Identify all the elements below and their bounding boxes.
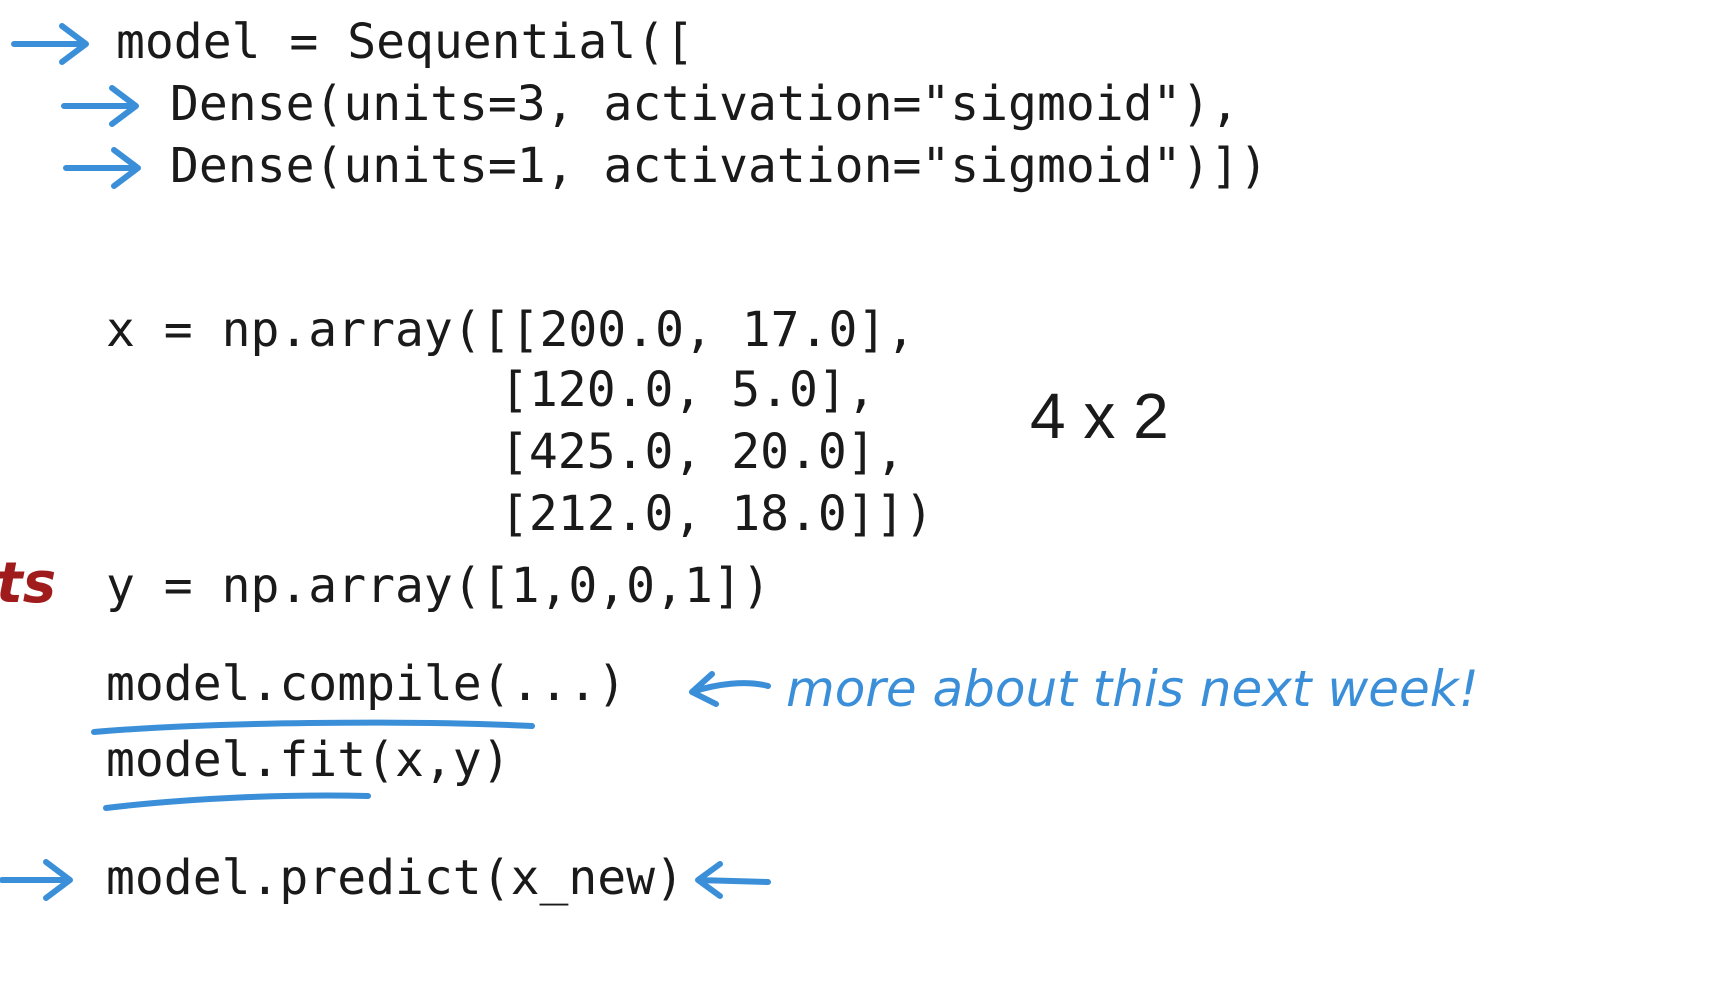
- model-predict-line: model.predict(x_new): [106, 850, 684, 906]
- arrow-right-icon: [61, 85, 139, 127]
- model-fit-line: model.fit(x,y): [106, 732, 511, 788]
- matrix-shape-label: 4 x 2: [1030, 380, 1169, 452]
- y-array-line: y = np.array([1,0,0,1]): [106, 558, 771, 614]
- x-array-line-2: [120.0, 5.0],: [500, 362, 876, 418]
- arrow-left-icon: [689, 671, 771, 707]
- arrow-left-icon: [695, 861, 771, 899]
- dense-layer-1-line: Dense(units=3, activation="sigmoid"),: [170, 76, 1240, 132]
- arrow-right-icon: [11, 23, 89, 65]
- x-array-line-1: x = np.array([[200.0, 17.0],: [106, 302, 916, 358]
- arrow-right-icon: [0, 859, 73, 901]
- arrow-right-icon: [63, 147, 141, 189]
- x-array-line-4: [212.0, 18.0]]): [500, 486, 934, 542]
- dense-layer-2-line: Dense(units=1, activation="sigmoid")]): [170, 138, 1269, 194]
- compile-note: more about this next week!: [786, 660, 1479, 718]
- model-sequential-line: model = Sequential([: [116, 14, 694, 70]
- x-array-line-3: [425.0, 20.0],: [500, 424, 905, 480]
- model-compile-line: model.compile(...): [106, 656, 627, 712]
- clipped-annotation: ts: [0, 551, 57, 616]
- fit-underline: [103, 792, 371, 811]
